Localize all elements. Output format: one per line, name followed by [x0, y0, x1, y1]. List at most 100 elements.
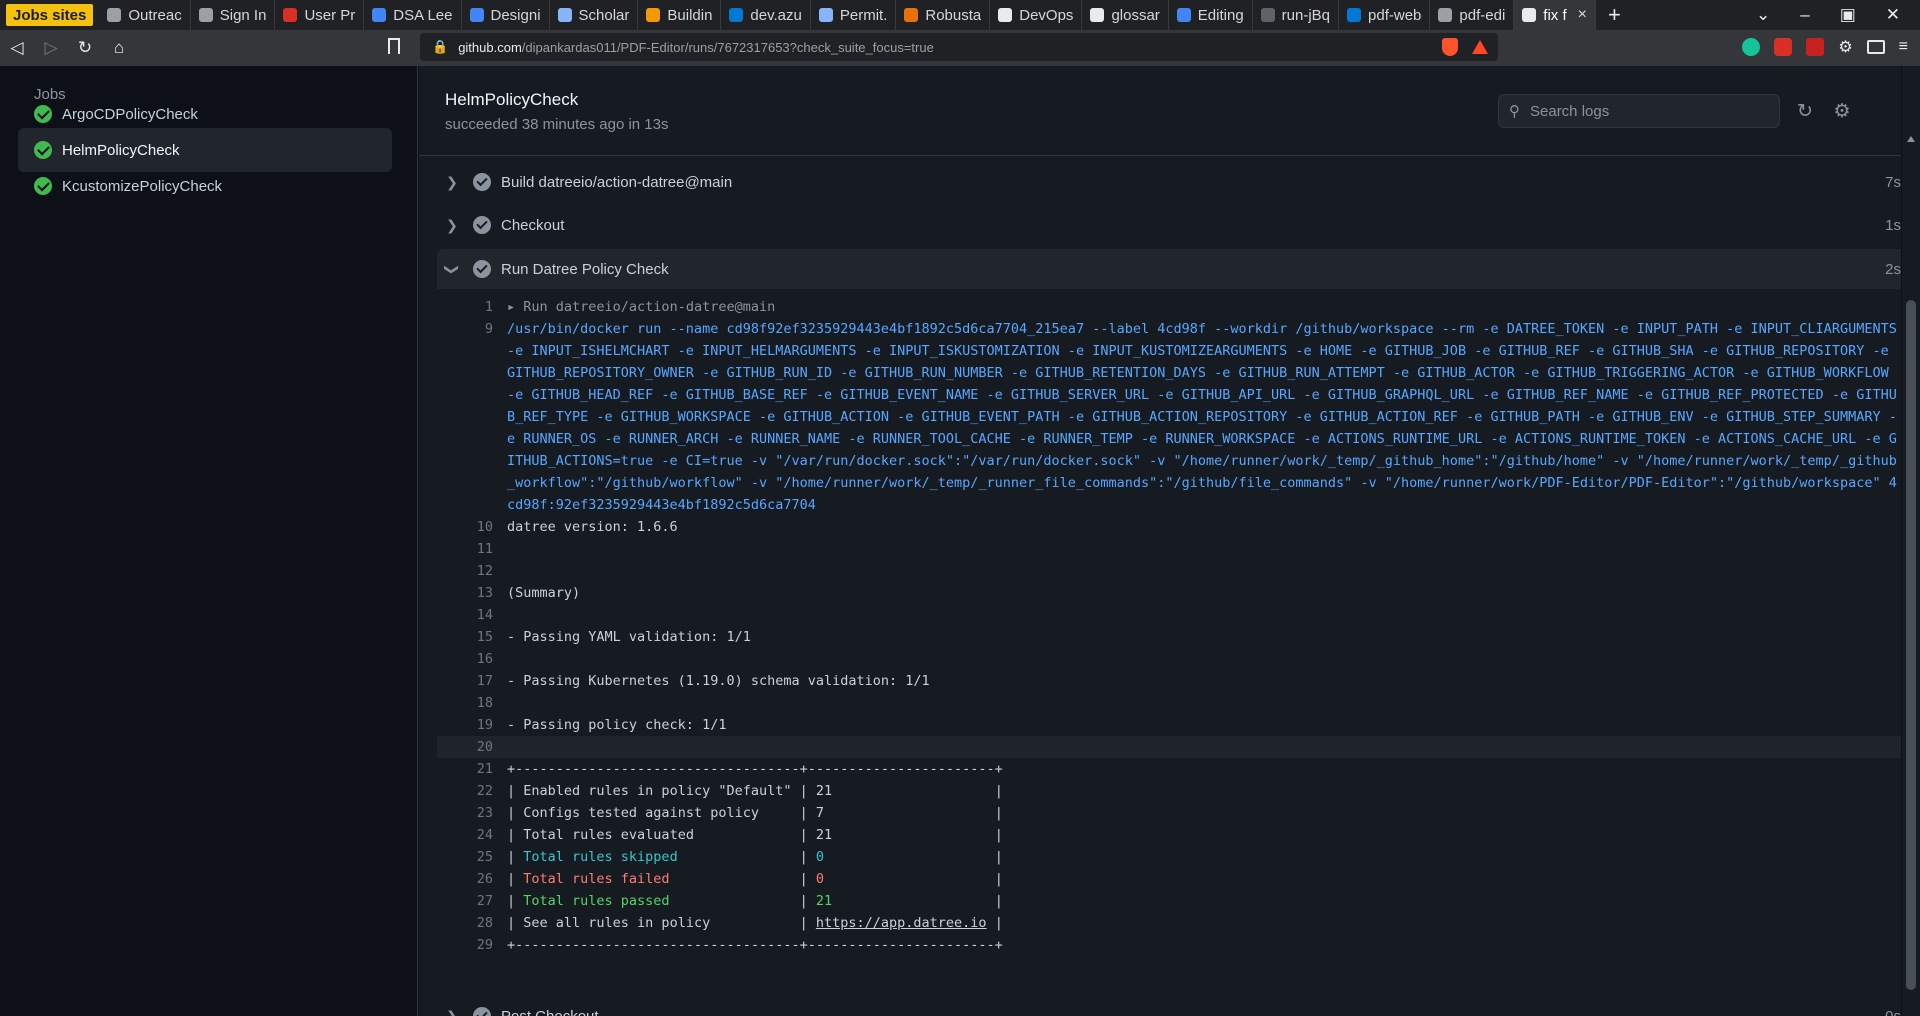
tab-label: Outreac	[128, 6, 182, 24]
job-item-kcustomize[interactable]: KcustomizePolicyCheck	[18, 164, 392, 208]
browser-tab[interactable]: Sign In	[191, 0, 276, 30]
step-post-checkout[interactable]: ❯ Post Checkout 0s	[437, 996, 1901, 1016]
browser-tab[interactable]: pdf-web	[1339, 0, 1431, 30]
step-build[interactable]: ❯ Build datreeio/action-datree@main 7s	[437, 162, 1901, 202]
wallet-icon[interactable]	[1866, 40, 1885, 54]
datree-link[interactable]: https://app.datree.io	[816, 915, 987, 931]
brave-rewards-icon[interactable]	[1472, 40, 1488, 54]
refresh-icon[interactable]: ↻	[1794, 101, 1816, 123]
browser-tab[interactable]: Buildin	[638, 0, 722, 30]
gear-icon[interactable]: ⚙	[1831, 101, 1853, 123]
browser-tab[interactable]: dev.azu	[721, 0, 811, 30]
new-tab-icon[interactable]: +	[1596, 2, 1633, 28]
browser-tab[interactable]: Designi	[462, 0, 550, 30]
reload-icon[interactable]: ↻	[68, 38, 102, 58]
bookmark-jobs-sites[interactable]: Jobs sites	[6, 4, 94, 26]
favicon-icon	[729, 8, 744, 22]
grammarly-icon[interactable]	[1742, 38, 1761, 56]
browser-tab[interactable]: Editing	[1169, 0, 1253, 30]
step-checkout[interactable]: ❯ Checkout 1s	[437, 205, 1901, 245]
minimize-icon[interactable]: –	[1800, 5, 1809, 25]
restore-icon[interactable]: ▣	[1840, 5, 1856, 25]
tab-label: User Pr	[304, 6, 356, 24]
tab-label: Jobs sites	[13, 6, 87, 24]
browser-tab[interactable]: DSA Lee	[364, 0, 462, 30]
success-check-icon	[34, 141, 52, 159]
browser-tab[interactable]: fix f ×	[1514, 0, 1596, 30]
close-window-icon[interactable]: ✕	[1886, 5, 1900, 25]
browser-tab[interactable]: User Pr	[275, 0, 365, 30]
table-row: 25 | Total rules skipped | 0 |	[437, 846, 1901, 868]
browser-tab[interactable]: Outreac	[99, 0, 191, 30]
line-number: 24	[476, 827, 493, 843]
step-run-datree[interactable]: ❯ Run Datree Policy Check 2s	[437, 249, 1901, 289]
line-number: 10	[476, 519, 493, 535]
tab-label: fix f	[1543, 6, 1567, 24]
extension-icon-badge[interactable]	[1806, 38, 1825, 56]
forward-icon[interactable]: ▷	[34, 38, 68, 58]
log-line: 18	[437, 692, 1901, 714]
address-bar[interactable]: 🔒 github.com/dipankardas011/PDF-Editor/r…	[420, 33, 1498, 61]
tab-label: dev.azu	[750, 6, 802, 24]
browser-tab[interactable]: DevOps	[990, 0, 1083, 30]
browser-tab[interactable]: run-jBq	[1253, 0, 1340, 30]
browser-tab[interactable]: pdf-edi	[1430, 0, 1515, 30]
favicon-icon	[1090, 8, 1105, 22]
line-number: 25	[476, 849, 493, 865]
log-line: 29 +-----------------------------------+…	[437, 934, 1901, 956]
rule-value: 21	[815, 893, 833, 909]
log-line: 1 ▸ Run datreeio/action-datree@main	[437, 296, 1901, 318]
log-line: 21 +-----------------------------------+-…	[437, 758, 1901, 780]
rule-label: Configs tested against policy	[523, 805, 792, 821]
search-logs-input[interactable]	[1530, 102, 1750, 120]
browser-toolbar: ◁ ▷ ↻ ⌂ 🔒 github.com/dipankardas011/PDF-…	[0, 30, 1920, 66]
table-row: 28 | See all rules in policy | https://ap…	[437, 912, 1901, 934]
browser-tab[interactable]: Scholar	[550, 0, 639, 30]
close-tab-icon[interactable]: ×	[1578, 6, 1587, 24]
line-number: 22	[476, 783, 493, 799]
line-number: 18	[476, 695, 493, 711]
scroll-up-arrow-icon[interactable]	[1907, 136, 1915, 142]
rule-value: 0	[815, 871, 825, 887]
job-label: ArgoCDPolicyCheck	[62, 105, 198, 123]
tab-search-icon[interactable]: ⌄	[1756, 5, 1770, 25]
check-icon	[473, 216, 491, 234]
triangle-right-icon: ▸	[507, 299, 524, 315]
log-line: 13 (Summary)	[437, 582, 1901, 604]
rule-label: Total rules failed	[523, 871, 792, 887]
favicon-icon	[1347, 8, 1362, 22]
favicon-icon	[1522, 8, 1537, 22]
brave-shield-icon[interactable]	[1442, 38, 1458, 56]
step-duration: 2s	[1885, 260, 1901, 278]
search-logs[interactable]: ⚲	[1498, 94, 1780, 128]
log-text: - Passing YAML validation: 1/1	[507, 629, 751, 645]
jobs-sidebar: Jobs ArgoCDPolicyCheck HelmPolicyCheck K…	[0, 66, 418, 1016]
chevron-right-icon: ❯	[446, 216, 458, 233]
log-line: 15 - Passing YAML validation: 1/1	[437, 626, 1901, 648]
bookmark-icon[interactable]	[388, 38, 400, 54]
puzzle-icon[interactable]: ⚙	[1838, 37, 1852, 57]
back-icon[interactable]: ◁	[0, 38, 34, 58]
rule-value: 0	[815, 849, 825, 865]
favicon-icon	[557, 8, 572, 22]
table-row-text: | Total rules skipped | 0 |	[507, 849, 1003, 865]
log-line: 19 - Passing policy check: 1/1	[437, 714, 1901, 736]
log-group-header[interactable]: ▸ Run datreeio/action-datree@main	[493, 296, 775, 318]
browser-tab[interactable]: glossar	[1082, 0, 1169, 30]
chevron-right-icon: ❯	[446, 1007, 458, 1016]
scrollbar-thumb[interactable]	[1906, 300, 1916, 990]
job-label: KcustomizePolicyCheck	[62, 177, 223, 195]
favicon-icon	[998, 8, 1013, 22]
browser-tab[interactable]: Permit.	[811, 0, 897, 30]
line-number: 27	[476, 893, 493, 909]
menu-icon[interactable]: ≡	[1899, 38, 1908, 56]
home-icon[interactable]: ⌂	[102, 38, 136, 58]
page-scrollbar[interactable]	[1902, 66, 1920, 1016]
browser-tab[interactable]: Robusta	[896, 0, 991, 30]
extension-icon-red[interactable]	[1774, 38, 1793, 56]
job-label: HelmPolicyCheck	[62, 141, 180, 159]
